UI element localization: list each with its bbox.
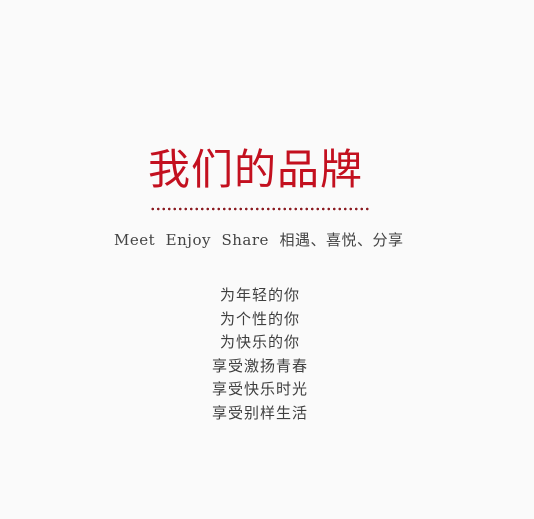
slogan-line: 享受别样生活	[211, 403, 308, 422]
slogan-line: 为年轻的你	[219, 286, 300, 304]
brand-tagline: Meet Enjoy Share 相遇、喜悦、分享	[114, 231, 404, 249]
brand-title: 我们的品牌	[148, 145, 364, 194]
slogan-line: 为快乐的你	[219, 333, 300, 351]
slogan-line: 享受快乐时光	[211, 380, 308, 398]
slogan-line: 享受激扬青春	[211, 356, 308, 375]
brand-slogan-list: 为年轻的你 为个性的你 为快乐的你 享受激扬青春 享受快乐时光 享受别样生活	[150, 284, 370, 425]
slogan-line: 为个性的你	[219, 309, 300, 328]
dotted-divider	[150, 207, 370, 211]
